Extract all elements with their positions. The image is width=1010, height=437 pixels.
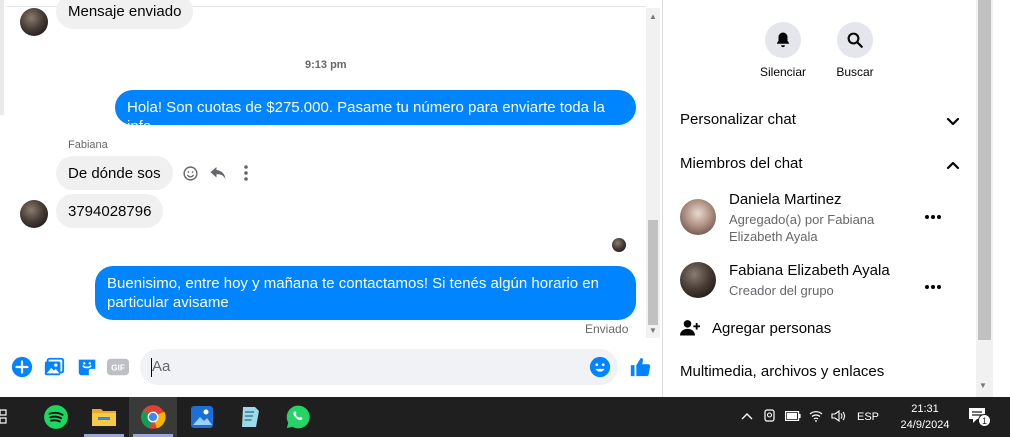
add-people-label: Agregar personas xyxy=(712,320,832,337)
message-composer: GIF Aa xyxy=(0,344,662,390)
sidebar-scrollbar[interactable]: ▼ xyxy=(976,0,993,397)
wifi-icon[interactable] xyxy=(809,410,823,425)
whatsapp-icon[interactable] xyxy=(274,397,322,437)
search-icon xyxy=(837,22,873,58)
customize-chat-row[interactable]: Personalizar chat xyxy=(680,111,960,128)
member-subtitle: Agregado(a) por Fabiana Elizabeth Ayala xyxy=(729,212,875,244)
media-files-links-label: Multimedia, archivos y enlaces xyxy=(680,363,885,380)
chat-members-label: Miembros del chat xyxy=(680,155,803,172)
message-bubble-outgoing[interactable]: Buenisimo, entre hoy y mañana te contact… xyxy=(95,266,636,320)
file-explorer-icon[interactable] xyxy=(80,397,128,437)
message-bubble-incoming[interactable]: 3794028796 xyxy=(56,194,164,228)
mute-label: Silenciar xyxy=(759,65,807,79)
avatar[interactable] xyxy=(680,199,716,235)
avatar[interactable] xyxy=(20,200,48,228)
sender-name: Fabiana xyxy=(68,139,108,151)
customize-chat-label: Personalizar chat xyxy=(680,111,796,128)
avatar[interactable] xyxy=(20,8,48,36)
chat-info-sidebar: Silenciar Buscar Personalizar chat Miemb… xyxy=(663,0,975,397)
chat-scrollbar[interactable]: ▲ ▼ xyxy=(646,8,660,338)
add-person-icon xyxy=(680,319,700,341)
react-emoji-icon[interactable] xyxy=(181,164,199,182)
message-actions xyxy=(181,164,255,182)
notification-badge: 1 xyxy=(978,414,991,427)
chat-scroll-thumb[interactable] xyxy=(648,220,658,325)
scroll-up-icon[interactable]: ▲ xyxy=(646,10,660,22)
search-label: Buscar xyxy=(836,65,874,79)
more-options-icon[interactable] xyxy=(924,277,942,295)
scroll-down-icon[interactable]: ▼ xyxy=(979,381,987,390)
system-tray: ESP xyxy=(741,397,895,437)
chevron-up-icon xyxy=(946,157,960,174)
emoji-icon[interactable] xyxy=(589,356,611,383)
member-name: Fabiana Elizabeth Ayala xyxy=(729,262,890,279)
message-input-placeholder: Aa xyxy=(152,358,171,375)
chat-pane: Mensaje enviado 9:13 pm Hola! Son cuotas… xyxy=(0,0,662,397)
gif-icon[interactable]: GIF xyxy=(107,356,129,378)
photo-icon[interactable] xyxy=(43,356,65,378)
clock-date: 24/9/2024 xyxy=(900,419,950,431)
avatar[interactable] xyxy=(680,262,716,298)
message-bubble-incoming[interactable]: De dónde sos xyxy=(56,156,173,190)
message-bubble-outgoing[interactable]: Hola! Son cuotas de $275.000. Pasame tu … xyxy=(115,90,636,135)
photos-app-icon[interactable] xyxy=(178,397,226,437)
sent-status: Enviado xyxy=(585,322,629,336)
message-timestamp: 9:13 pm xyxy=(305,59,347,71)
member-subtitle: Creador del grupo xyxy=(729,283,834,298)
chrome-icon[interactable] xyxy=(129,397,177,437)
search-button[interactable]: Buscar xyxy=(815,22,895,79)
media-files-links-row[interactable]: Multimedia, archivos y enlaces xyxy=(680,363,960,380)
spotify-icon[interactable] xyxy=(32,397,80,437)
messenger-window: Mensaje enviado 9:13 pm Hola! Son cuotas… xyxy=(0,0,1010,397)
message-bubble-incoming[interactable]: Mensaje enviado xyxy=(56,0,194,29)
svg-text:GIF: GIF xyxy=(111,364,125,373)
bell-icon xyxy=(765,22,801,58)
member-item[interactable]: Daniela Martinez Agregado(a) por Fabiana… xyxy=(680,191,960,245)
like-thumbs-up-icon[interactable] xyxy=(629,356,651,378)
mute-button[interactable]: Silenciar xyxy=(743,22,823,79)
chevron-down-icon xyxy=(946,114,960,131)
chevron-up-icon[interactable] xyxy=(741,411,753,423)
message-input[interactable]: Aa xyxy=(140,349,618,385)
notification-icon[interactable]: 1 xyxy=(968,407,991,430)
scroll-down-icon[interactable]: ▼ xyxy=(646,324,660,336)
notepad-icon[interactable] xyxy=(226,397,274,437)
seen-avatar xyxy=(612,238,626,252)
clock[interactable]: 21:31 24/9/2024 xyxy=(893,401,957,433)
member-item[interactable]: Fabiana Elizabeth Ayala Creador del grup… xyxy=(680,262,960,302)
member-name: Daniela Martinez xyxy=(729,191,842,208)
volume-icon[interactable] xyxy=(831,409,846,425)
battery-icon[interactable] xyxy=(785,410,801,424)
windows-taskbar: ESP 21:31 24/9/2024 1 xyxy=(0,397,1010,437)
more-options-icon[interactable] xyxy=(924,207,942,225)
reply-icon[interactable] xyxy=(209,164,227,182)
more-actions-plus-icon[interactable] xyxy=(11,356,33,378)
task-view-icon[interactable] xyxy=(0,409,12,430)
sticker-icon[interactable] xyxy=(76,356,98,378)
more-options-icon[interactable] xyxy=(237,164,255,182)
chat-members-row[interactable]: Miembros del chat xyxy=(680,155,960,172)
sidebar-scroll-thumb[interactable] xyxy=(978,0,991,340)
clock-time: 21:31 xyxy=(911,403,939,415)
language-indicator[interactable]: ESP xyxy=(857,411,879,423)
touch-keyboard-icon[interactable] xyxy=(763,408,777,426)
left-edge-strip xyxy=(0,0,4,115)
